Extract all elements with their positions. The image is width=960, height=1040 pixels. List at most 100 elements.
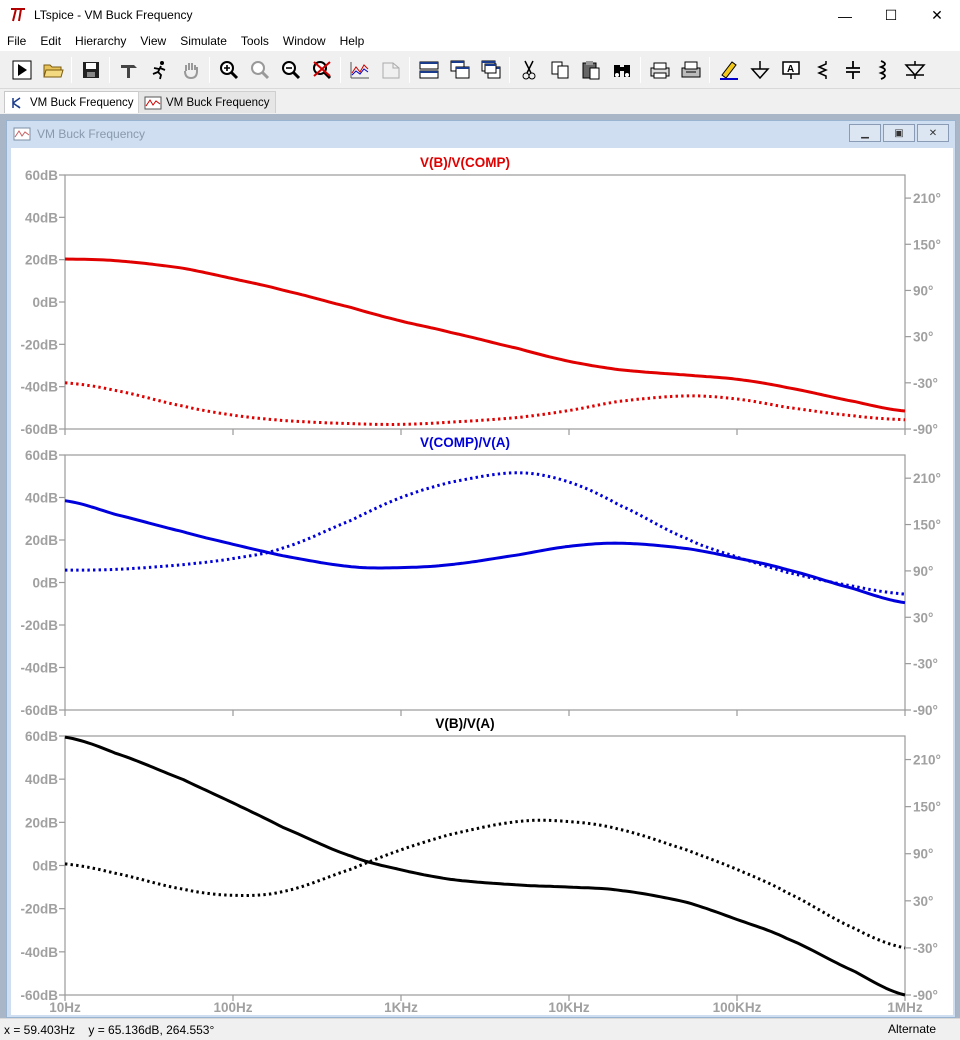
y-tick-label-left: 60dB bbox=[25, 168, 58, 183]
y-tick-label-right: 150° bbox=[913, 237, 941, 252]
inductor-icon[interactable] bbox=[871, 57, 897, 83]
y-tick-label-right: -30° bbox=[913, 657, 938, 672]
autorange-icon[interactable] bbox=[347, 57, 373, 83]
mdi-workspace: VM Buck Frequency ▁ ▣ ✕ V(B)/V(COMP) 60dB… bbox=[0, 114, 960, 1018]
plot-area[interactable]: V(B)/V(COMP) 60dB 40dB 20dB 0dB -20dB -40dB -60… bbox=[11, 148, 953, 1015]
tab-label: VM Buck Frequency bbox=[30, 96, 134, 109]
plot-frame bbox=[64, 174, 906, 430]
window-title: LTspice - VM Buck Frequency bbox=[34, 8, 193, 22]
cut-icon[interactable] bbox=[516, 57, 542, 83]
y-tick-label-right: -90° bbox=[913, 422, 938, 437]
menu-help[interactable]: Help bbox=[333, 31, 372, 51]
y-tick-label-left: 60dB bbox=[25, 729, 58, 744]
menu-tools[interactable]: Tools bbox=[234, 31, 276, 51]
y-tick-label-right: 210° bbox=[913, 471, 941, 486]
y-tick-label-left: 40dB bbox=[25, 772, 58, 787]
waveform-window: VM Buck Frequency ▁ ▣ ✕ V(B)/V(COMP) 60dB… bbox=[6, 120, 956, 1018]
tab-waveform[interactable]: VM Buck Frequency bbox=[138, 91, 276, 113]
toolbar-separator bbox=[709, 56, 710, 83]
trace-title: V(B)/V(A) bbox=[435, 716, 494, 731]
paste-icon[interactable] bbox=[578, 57, 604, 83]
y-tick-label-left: -40dB bbox=[20, 945, 58, 960]
tab-schematic[interactable]: VM Buck Frequency bbox=[4, 91, 140, 113]
y-tick-label-left: -20dB bbox=[20, 337, 58, 352]
print-icon[interactable] bbox=[678, 57, 704, 83]
x-tick-label: 100KHz bbox=[713, 1000, 762, 1015]
y-tick-label-left: -20dB bbox=[20, 618, 58, 633]
y-tick-label-left: 60dB bbox=[25, 448, 58, 463]
y-tick-label-right: 30° bbox=[913, 894, 933, 909]
menu-hierarchy[interactable]: Hierarchy bbox=[68, 31, 133, 51]
control-panel-icon[interactable] bbox=[116, 57, 142, 83]
menu-view[interactable]: View bbox=[133, 31, 173, 51]
cascade-icon[interactable] bbox=[447, 57, 473, 83]
maximize-button[interactable]: ☐ bbox=[868, 0, 914, 31]
print-preview-icon[interactable] bbox=[647, 57, 673, 83]
halt-icon[interactable] bbox=[147, 57, 173, 83]
status-bar: x = 59.403Hz y = 65.136dB, 264.553° Alte… bbox=[0, 1018, 960, 1040]
waveform-icon bbox=[144, 96, 162, 109]
zoom-cancel-icon[interactable] bbox=[309, 57, 335, 83]
find-icon[interactable] bbox=[609, 57, 635, 83]
close-button[interactable]: ✕ bbox=[914, 0, 960, 31]
subwindow-minimize-button[interactable]: ▁ bbox=[849, 124, 881, 142]
waveform-window-title: VM Buck Frequency bbox=[37, 127, 146, 141]
cursor-readout: x = 59.403Hz y = 65.136dB, 264.553° bbox=[4, 1022, 215, 1037]
save-icon[interactable] bbox=[78, 57, 104, 83]
y-tick-label-left: -40dB bbox=[20, 380, 58, 395]
open-icon[interactable] bbox=[40, 57, 66, 83]
y-tick-label-right: 90° bbox=[913, 847, 933, 862]
y-tick-label-right: -90° bbox=[913, 703, 938, 718]
title-bar: LTspice - VM Buck Frequency — ☐ ✕ bbox=[0, 0, 960, 31]
y-tick-label-left: 20dB bbox=[25, 815, 58, 830]
svg-text:A: A bbox=[787, 64, 794, 75]
menu-file[interactable]: File bbox=[0, 31, 33, 51]
pan-icon[interactable] bbox=[178, 57, 204, 83]
tile-vertical-icon[interactable] bbox=[478, 57, 504, 83]
view-fft-icon[interactable] bbox=[378, 57, 404, 83]
toolbar-separator bbox=[640, 56, 641, 83]
x-tick-label: 1MHz bbox=[887, 1000, 923, 1015]
draw-wire-icon[interactable] bbox=[716, 57, 742, 83]
y-tick-label-right: 150° bbox=[913, 518, 941, 533]
menu-edit[interactable]: Edit bbox=[33, 31, 68, 51]
y-tick-label-left: 40dB bbox=[25, 210, 58, 225]
trace-title: V(COMP)/V(A) bbox=[420, 435, 510, 450]
waveform-window-titlebar[interactable]: VM Buck Frequency ▁ ▣ ✕ bbox=[7, 121, 955, 147]
y-tick-label-right: -30° bbox=[913, 376, 938, 391]
menu-simulate[interactable]: Simulate bbox=[173, 31, 234, 51]
capacitor-icon[interactable] bbox=[840, 57, 866, 83]
label-net-icon[interactable]: A bbox=[778, 57, 804, 83]
y-tick-label-left: 0dB bbox=[32, 295, 58, 310]
tab-label: VM Buck Frequency bbox=[166, 96, 270, 109]
x-tick-label: 1KHz bbox=[384, 1000, 418, 1015]
subwindow-restore-button[interactable]: ▣ bbox=[883, 124, 915, 142]
y-tick-label-right: 30° bbox=[913, 330, 933, 345]
zoom-out-icon[interactable] bbox=[278, 57, 304, 83]
toolbar-separator bbox=[109, 56, 110, 83]
toolbar-separator bbox=[209, 56, 210, 83]
copy-icon[interactable] bbox=[547, 57, 573, 83]
y-tick-label-right: 90° bbox=[913, 564, 933, 579]
resistor-icon[interactable] bbox=[809, 57, 835, 83]
tile-horizontal-icon[interactable] bbox=[416, 57, 442, 83]
y-tick-label-right: 90° bbox=[913, 283, 933, 298]
run-icon[interactable] bbox=[9, 57, 35, 83]
toolbar: A bbox=[0, 51, 960, 89]
diode-icon[interactable] bbox=[902, 57, 928, 83]
minimize-button[interactable]: — bbox=[822, 0, 868, 31]
ground-icon[interactable] bbox=[747, 57, 773, 83]
zoom-area-icon[interactable] bbox=[247, 57, 273, 83]
y-tick-label-right: 210° bbox=[913, 753, 941, 768]
bode-plots[interactable]: V(B)/V(COMP) 60dB 40dB 20dB 0dB -20dB -40dB -60… bbox=[11, 148, 953, 1015]
y-tick-label-right: 210° bbox=[913, 191, 941, 206]
y-tick-label-left: -60dB bbox=[20, 703, 58, 718]
menu-window[interactable]: Window bbox=[276, 31, 333, 51]
zoom-in-icon[interactable] bbox=[216, 57, 242, 83]
y-tick-label-left: -40dB bbox=[20, 661, 58, 676]
x-tick-label: 10KHz bbox=[548, 1000, 590, 1015]
y-tick-label-left: 40dB bbox=[25, 491, 58, 506]
subwindow-close-button[interactable]: ✕ bbox=[917, 124, 949, 142]
y-tick-label-left: 20dB bbox=[25, 253, 58, 268]
y-tick-label-left: 0dB bbox=[32, 576, 58, 591]
